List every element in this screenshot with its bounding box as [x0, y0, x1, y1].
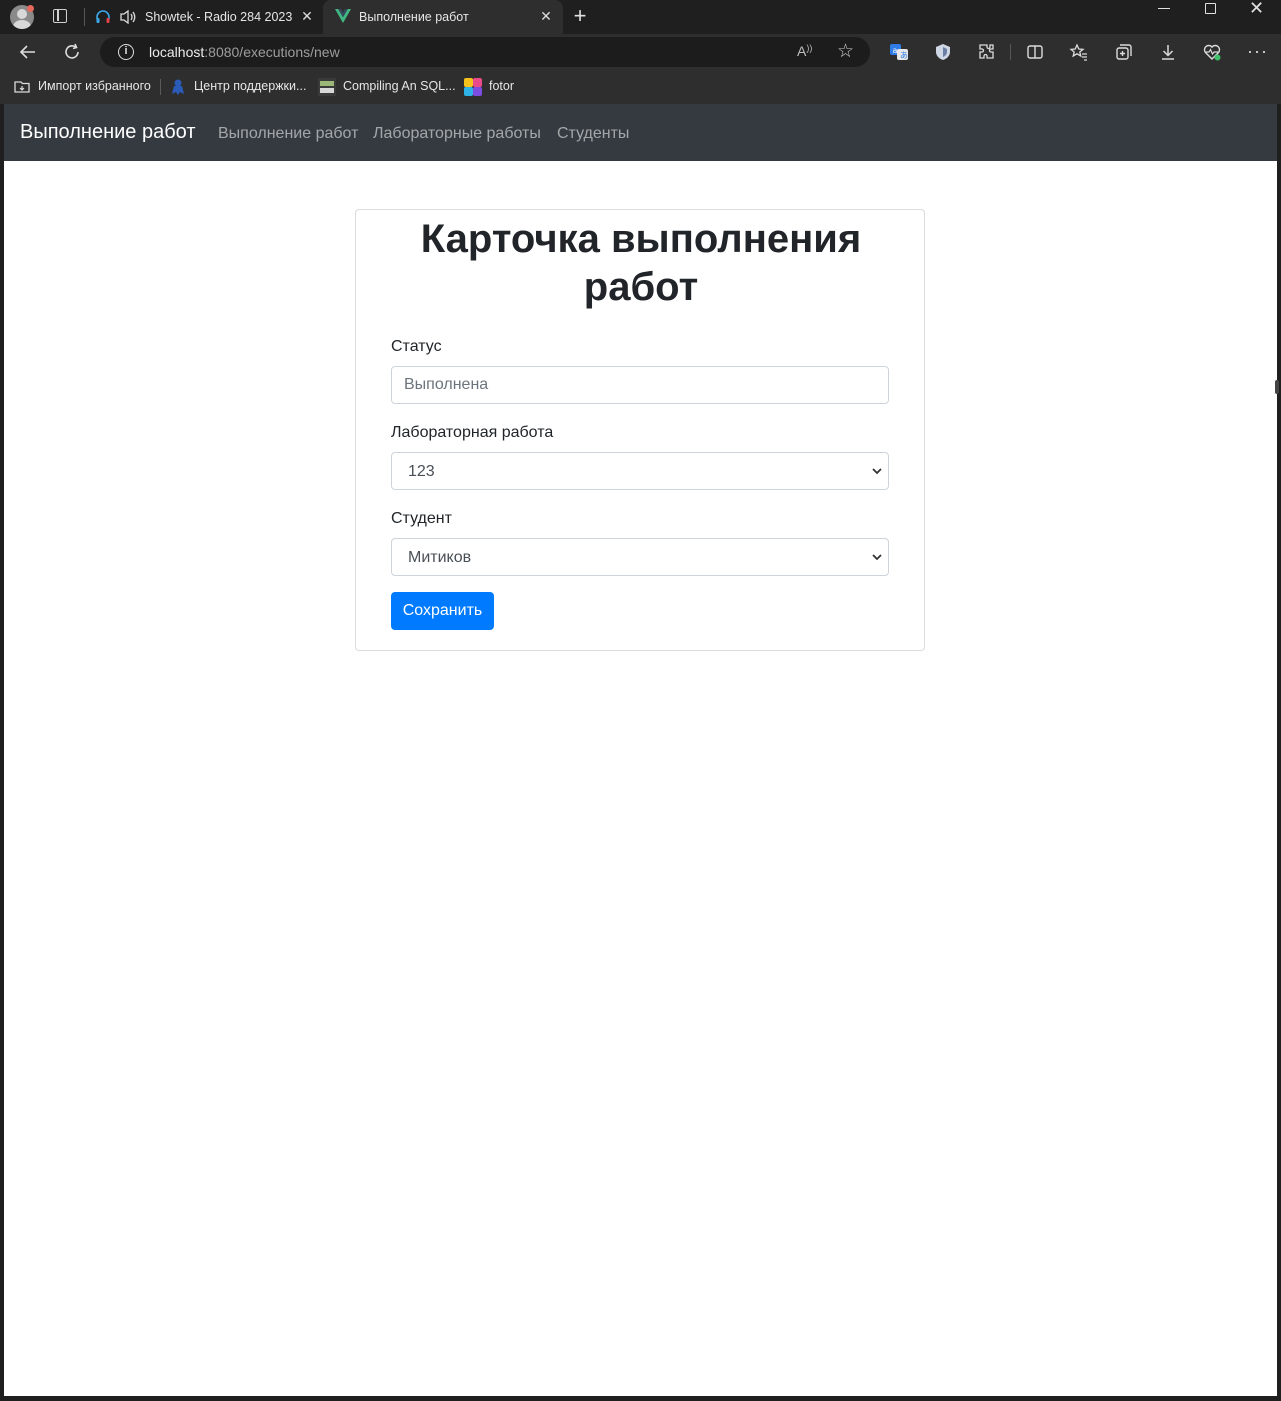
bookmark-fotor[interactable]: fotor	[489, 79, 514, 93]
student-label: Студент	[391, 510, 452, 527]
back-arrow-icon[interactable]	[18, 42, 38, 62]
collections-icon[interactable]	[1114, 42, 1134, 62]
favorite-star-icon[interactable]: ☆	[837, 40, 854, 63]
lab-work-selected-value: 123	[408, 463, 435, 480]
lab-work-select[interactable]: 123	[391, 452, 889, 490]
scrollbar[interactable]	[1275, 380, 1279, 394]
read-aloud-icon[interactable]: A))	[797, 43, 812, 59]
browser-tab-strip: Showtek - Radio 284 2023- ✕ Выполнение р…	[0, 0, 1281, 34]
page-title: Карточка выполнения работ	[420, 217, 862, 309]
notification-dot	[27, 5, 34, 12]
bookmark-compiling-sql[interactable]: Compiling An SQL...	[343, 79, 456, 93]
execution-card: Карточка выполнения работ Статус Лаборат…	[355, 209, 925, 651]
info-icon[interactable]: i	[118, 44, 134, 60]
fotor-logo-icon	[464, 78, 482, 96]
extensions-icon[interactable]	[977, 42, 997, 62]
lab-work-label: Лабораторная работа	[391, 424, 554, 441]
status-input[interactable]	[391, 366, 889, 404]
tab-title: Выполнение работ	[359, 10, 469, 24]
minimize-icon[interactable]	[1158, 8, 1170, 9]
download-icon[interactable]	[1158, 42, 1178, 62]
new-tab-button[interactable]: +	[570, 5, 590, 27]
save-button[interactable]: Сохранить	[391, 592, 494, 630]
nav-link-students[interactable]: Студенты	[557, 125, 629, 143]
student-selected-value: Митиков	[408, 549, 472, 566]
translate-icon[interactable]: aあ	[889, 42, 909, 62]
vue-logo-icon	[335, 9, 351, 23]
tab-actions-icon[interactable]	[53, 9, 67, 23]
close-icon[interactable]: ✕	[539, 9, 553, 23]
nav-link-executions[interactable]: Выполнение работ	[218, 125, 358, 143]
tab-showtek[interactable]: Showtek - Radio 284 2023- ✕	[88, 0, 322, 34]
support-center-icon	[172, 79, 184, 95]
browser-toolbar: i localhost:8080/executions/new A)) ☆ aあ…	[0, 34, 1281, 70]
import-favorites-icon	[14, 81, 30, 93]
page-viewport: Выполнение работ Выполнение работ Лабора…	[4, 104, 1277, 1396]
nav-link-lab-works[interactable]: Лабораторные работы	[373, 125, 541, 143]
window-close-icon[interactable]: ✕	[1249, 0, 1264, 17]
toolbar-divider	[1010, 44, 1011, 60]
refresh-icon[interactable]	[62, 42, 82, 62]
favorites-icon[interactable]	[1069, 42, 1089, 62]
svg-text:a: a	[893, 46, 898, 55]
tab-title: Showtek - Radio 284 2023-	[145, 10, 293, 24]
maximize-icon[interactable]	[1205, 3, 1216, 14]
svg-text:あ: あ	[900, 51, 908, 60]
bookmark-support-center[interactable]: Центр поддержки...	[194, 79, 306, 93]
bookmarks-bar: Импорт избранного Центр поддержки... Com…	[0, 70, 1281, 104]
more-menu-icon[interactable]: ···	[1247, 41, 1268, 62]
close-icon[interactable]: ✕	[300, 9, 314, 23]
url-text[interactable]: localhost:8080/executions/new	[149, 44, 340, 60]
speaker-icon[interactable]	[119, 9, 137, 25]
chevron-down-icon	[872, 554, 882, 561]
address-bar[interactable]: i localhost:8080/executions/new A)) ☆	[100, 37, 870, 67]
tab-executions[interactable]: Выполнение работ ✕	[323, 0, 563, 34]
headphones-icon	[96, 10, 110, 23]
shield-icon[interactable]	[933, 42, 953, 62]
chevron-down-icon	[872, 468, 882, 475]
bookmark-divider	[160, 79, 161, 95]
sql-site-icon	[318, 78, 336, 96]
app-navbar: Выполнение работ Выполнение работ Лабора…	[4, 104, 1277, 161]
performance-heart-icon[interactable]	[1202, 42, 1222, 62]
status-label: Статус	[391, 338, 442, 355]
student-select[interactable]: Митиков	[391, 538, 889, 576]
bookmark-import-favorites[interactable]: Импорт избранного	[38, 79, 151, 93]
navbar-brand[interactable]: Выполнение работ	[20, 121, 196, 144]
split-screen-icon[interactable]	[1025, 42, 1045, 62]
tab-divider	[84, 8, 85, 26]
